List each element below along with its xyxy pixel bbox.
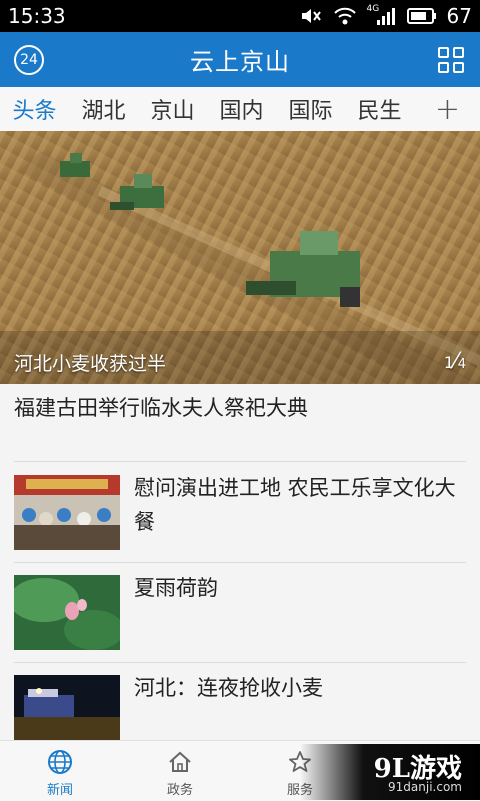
tab-minsheng[interactable]: 民生: [345, 93, 414, 125]
hero-pager: 1⁄4: [444, 349, 466, 374]
globe-icon: [47, 749, 73, 775]
nav-government[interactable]: 政务: [140, 749, 220, 798]
watermark-logo: 9L游戏 91danji.com: [300, 744, 480, 800]
app-title: 云上京山: [190, 48, 290, 76]
news-thumbnail: [14, 475, 120, 550]
add-tab-button[interactable]: +: [435, 92, 460, 127]
mute-icon: [299, 6, 323, 26]
divider: [14, 562, 466, 563]
nav-news-label: 新闻: [46, 783, 73, 798]
network-type: 4G: [366, 4, 380, 14]
hero-carousel[interactable]: 河北小麦收获过半 1⁄4: [0, 131, 480, 384]
status-time: 15:33: [8, 4, 66, 28]
tab-jingshan[interactable]: 京山: [138, 93, 207, 125]
category-tabs: 头条 湖北 京山 国内 国际 民生 +: [0, 87, 480, 132]
news-title: 河北：连夜抢收小麦: [134, 676, 323, 700]
status-icons: 4G 67: [299, 4, 472, 28]
home-icon: [167, 749, 193, 775]
wifi-icon: [333, 6, 357, 26]
watermark-site: 91danji.com: [388, 780, 462, 794]
nav-government-label: 政务: [166, 783, 193, 798]
grid-menu-icon[interactable]: [438, 46, 464, 73]
app-header: 24 云上京山: [0, 32, 480, 87]
tab-guoji[interactable]: 国际: [276, 93, 345, 125]
headline-link[interactable]: 福建古田举行临水夫人祭祀大典: [14, 392, 466, 422]
news-thumbnail: [14, 675, 120, 740]
nav-news[interactable]: 新闻: [20, 749, 100, 798]
news-thumbnail: [14, 575, 120, 650]
tab-toutiao[interactable]: 头条: [0, 93, 69, 125]
hero-image: [0, 131, 480, 384]
news-title: 慰问演出进工地 农民工乐享文化大餐: [134, 476, 456, 534]
tab-guonei[interactable]: 国内: [207, 93, 276, 125]
list-item[interactable]: 慰问演出进工地 农民工乐享文化大餐: [14, 475, 466, 555]
divider: [14, 461, 466, 462]
signal-icon: 4G: [366, 4, 397, 26]
list-item[interactable]: 夏雨荷韵: [14, 575, 466, 655]
pager-current: 1: [443, 353, 455, 372]
battery-icon: [406, 6, 437, 26]
divider: [14, 662, 466, 663]
pager-total: 4: [457, 357, 466, 372]
tab-hubei[interactable]: 湖北: [69, 93, 138, 125]
battery-level: 67: [446, 4, 472, 28]
hero-caption: 河北小麦收获过半: [14, 353, 167, 375]
news-title: 夏雨荷韵: [134, 576, 218, 600]
status-bar: 15:33 4G 67: [0, 0, 480, 32]
